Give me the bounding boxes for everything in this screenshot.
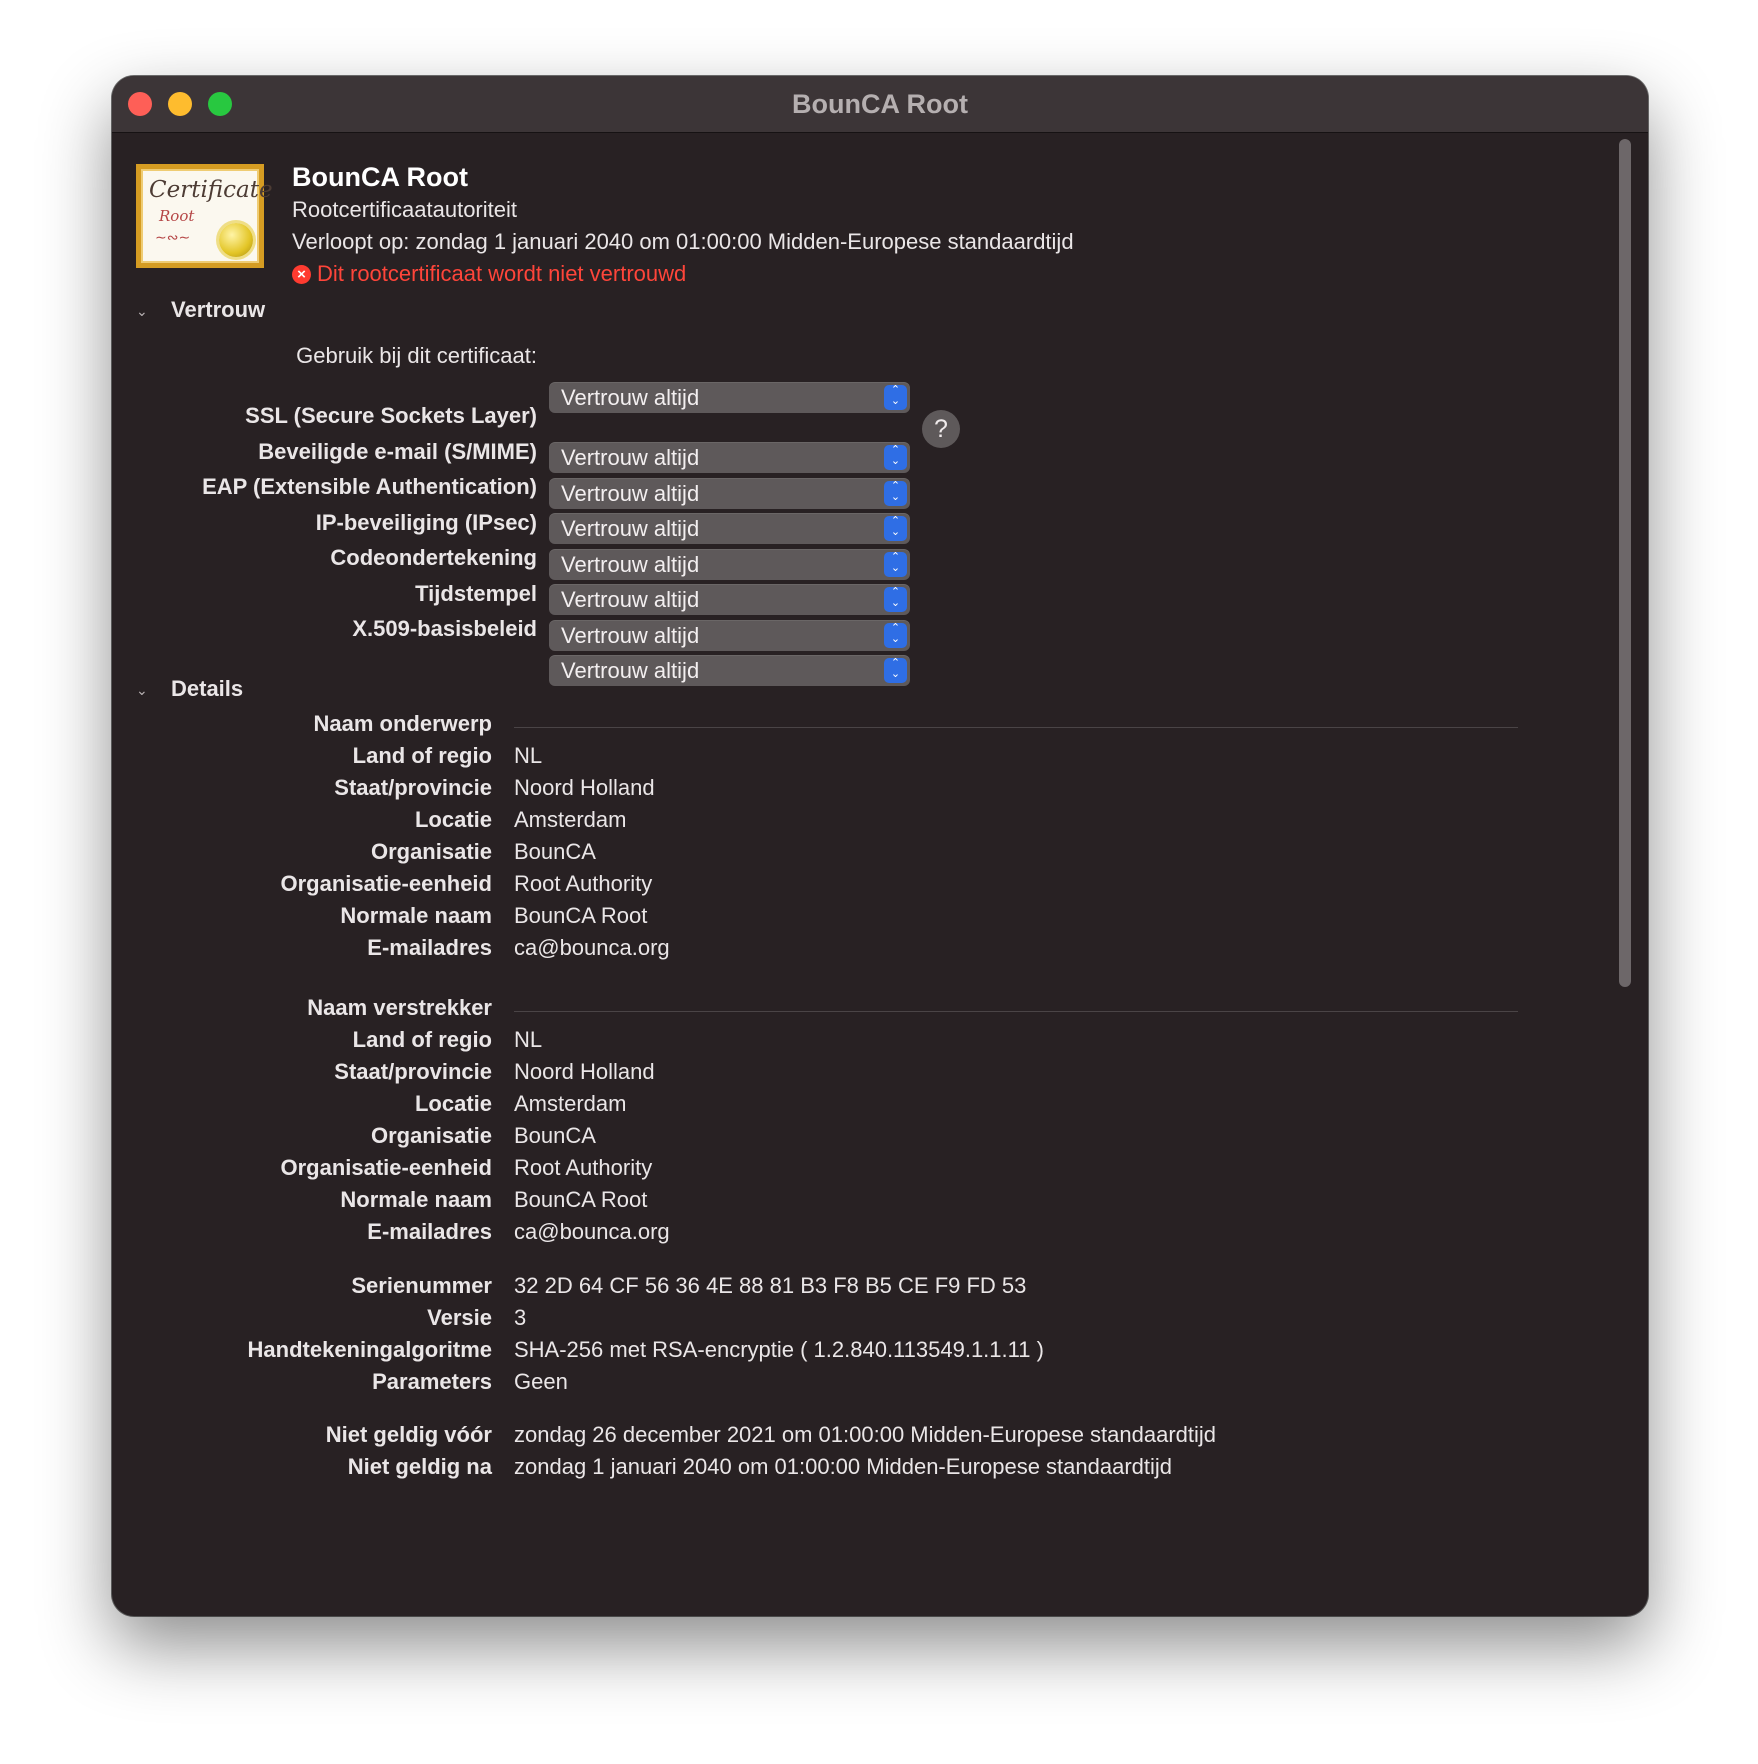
version: 3 <box>514 1305 527 1330</box>
trust-popup-eap[interactable]: Vertrouw altijd ⌃ ⌄ <box>549 513 910 544</box>
trust-popup-value: Vertrouw altijd <box>561 587 700 612</box>
detail-label: Niet geldig na <box>347 1454 492 1479</box>
trust-popup-value: Vertrouw altijd <box>561 445 700 470</box>
detail-label: Niet geldig vóór <box>325 1422 492 1447</box>
detail-label: Versie <box>427 1305 492 1330</box>
stepper-chevron-icon: ⌃ ⌄ <box>884 481 907 506</box>
issuer-separator <box>514 1011 1518 1012</box>
trust-warning-text: Dit rootcertificaat wordt niet vertrouwd <box>317 261 687 286</box>
stepper-chevron-icon: ⌃ ⌄ <box>884 516 907 541</box>
trust-row-label: SSL (Secure Sockets Layer) <box>245 403 537 428</box>
ornament-icon: ∼∾∼ <box>155 229 191 245</box>
trust-popup-smime[interactable]: Vertrouw altijd ⌃ ⌄ <box>549 478 910 509</box>
detail-value: Noord Holland <box>514 775 655 800</box>
trust-popup-ipsec[interactable]: Vertrouw altijd ⌃ ⌄ <box>549 549 910 580</box>
trust-popup-x509[interactable]: Vertrouw altijd ⌃ ⌄ <box>549 655 910 686</box>
section-title-details[interactable]: Details <box>171 676 243 702</box>
detail-value: Root Authority <box>514 871 653 896</box>
detail-value: BounCA Root <box>514 903 648 928</box>
not-valid-before: zondag 26 december 2021 om 01:00:00 Midd… <box>514 1422 1217 1447</box>
detail-label: Staat/provincie <box>334 1059 492 1084</box>
stepper-chevron-icon: ⌃ ⌄ <box>884 385 907 410</box>
detail-label: Organisatie <box>370 1123 492 1148</box>
trust-popup-value: Vertrouw altijd <box>561 516 700 541</box>
seal-icon <box>219 223 253 257</box>
detail-label: Organisatie-eenheid <box>280 1155 492 1180</box>
issuer-heading: Naam verstrekker <box>307 995 492 1020</box>
stepper-chevron-icon: ⌃ ⌄ <box>884 658 907 683</box>
detail-label: Organisatie <box>370 839 492 864</box>
signature-algorithm: SHA-256 met RSA-encryptie ( 1.2.840.1135… <box>514 1337 1044 1362</box>
certificate-icon-heading: Certificate <box>149 177 273 203</box>
detail-label: Land of regio <box>352 1027 492 1052</box>
detail-value: Amsterdam <box>514 1091 627 1116</box>
detail-value: ca@bounca.org <box>514 1219 670 1244</box>
help-button[interactable]: ? <box>922 410 960 448</box>
detail-value: Amsterdam <box>514 807 627 832</box>
detail-label: Land of regio <box>352 743 492 768</box>
detail-label: Handtekeningalgoritme <box>247 1337 492 1362</box>
detail-label: E-mailadres <box>367 1219 492 1244</box>
error-icon: × <box>292 264 311 284</box>
detail-label: Organisatie-eenheid <box>280 871 492 896</box>
trust-warning: × Dit rootcertificaat wordt niet vertrou… <box>292 261 686 287</box>
trust-row-label: EAP (Extensible Authentication) <box>202 474 537 499</box>
trust-use-label: Gebruik bij dit certificaat: <box>296 343 537 368</box>
stepper-chevron-icon: ⌃ ⌄ <box>884 552 907 577</box>
certificate-icon: Certificate Root ∼∾∼ <box>136 164 273 268</box>
certificate-content: Certificate Root ∼∾∼ BounCA Root Rootcer… <box>112 133 1648 1616</box>
stepper-chevron-icon: ⌃ ⌄ <box>884 623 907 648</box>
detail-value: Root Authority <box>514 1155 653 1180</box>
detail-label: Locatie <box>414 1091 492 1116</box>
detail-value: BounCA Root <box>514 1187 648 1212</box>
parameters: Geen <box>514 1369 568 1394</box>
trust-row-label: Codeondertekening <box>330 545 537 570</box>
not-valid-after: zondag 1 januari 2040 om 01:00:00 Midden… <box>514 1454 1173 1479</box>
window-title: BounCA Root <box>792 89 968 119</box>
detail-value: NL <box>514 743 543 768</box>
trust-popup-value: Vertrouw altijd <box>561 658 700 683</box>
certificate-icon-subheading: Root <box>159 207 195 225</box>
scrollbar-thumb[interactable] <box>1619 139 1631 987</box>
trust-row-label: IP-beveiliging (IPsec) <box>315 510 537 535</box>
section-title-trust[interactable]: Vertrouw <box>171 297 265 323</box>
detail-label: Staat/provincie <box>334 775 492 800</box>
certificate-expiry: Verloopt op: zondag 1 januari 2040 om 01… <box>292 229 1074 254</box>
detail-value: BounCA <box>514 839 596 864</box>
detail-label: E-mailadres <box>367 935 492 960</box>
detail-label: Locatie <box>414 807 492 832</box>
vertical-scrollbar[interactable] <box>1616 139 1634 1609</box>
detail-value: ca@bounca.org <box>514 935 670 960</box>
detail-label: Parameters <box>372 1369 492 1394</box>
stepper-chevron-icon: ⌃ ⌄ <box>884 587 907 612</box>
detail-value: BounCA <box>514 1123 596 1148</box>
certificate-window: BounCA Root Certificate Root ∼∾∼ BounCA … <box>112 76 1648 1616</box>
trust-popup-value: Vertrouw altijd <box>561 552 700 577</box>
serial-number: 32 2D 64 CF 56 36 4E 88 81 B3 F8 B5 CE F… <box>514 1273 1027 1298</box>
trust-popup-value: Vertrouw altijd <box>561 481 700 506</box>
subject-heading: Naam onderwerp <box>313 711 493 736</box>
trust-popup-timestamp[interactable]: Vertrouw altijd ⌃ ⌄ <box>549 620 910 651</box>
detail-label: Normale naam <box>340 1187 492 1212</box>
details-disclosure-chevron-icon[interactable]: ⌄ <box>136 682 148 699</box>
trust-popup-codesigning[interactable]: Vertrouw altijd ⌃ ⌄ <box>549 584 910 615</box>
trust-row-label: Beveiligde e-mail (S/MIME) <box>258 439 537 464</box>
trust-popup-value: Vertrouw altijd <box>561 623 700 648</box>
trust-row-label: X.509-basisbeleid <box>352 616 537 641</box>
subject-separator <box>514 727 1518 728</box>
titlebar[interactable]: BounCA Root <box>112 76 1648 133</box>
detail-value: NL <box>514 1027 543 1052</box>
trust-popup-ssl[interactable]: Vertrouw altijd ⌃ ⌄ <box>549 442 910 473</box>
detail-label: Normale naam <box>340 903 492 928</box>
trust-use-popup[interactable]: Vertrouw altijd ⌃ ⌄ <box>549 382 910 413</box>
trust-row-label: Tijdstempel <box>415 581 537 606</box>
trust-use-value: Vertrouw altijd <box>561 385 700 410</box>
certificate-type: Rootcertificaatautoriteit <box>292 197 517 222</box>
stepper-chevron-icon: ⌃ ⌄ <box>884 445 907 470</box>
certificate-name: BounCA Root <box>292 162 468 192</box>
detail-value: Noord Holland <box>514 1059 655 1084</box>
detail-label: Serienummer <box>351 1273 492 1298</box>
vertrouw-disclosure-chevron-icon[interactable]: ⌄ <box>136 303 148 320</box>
